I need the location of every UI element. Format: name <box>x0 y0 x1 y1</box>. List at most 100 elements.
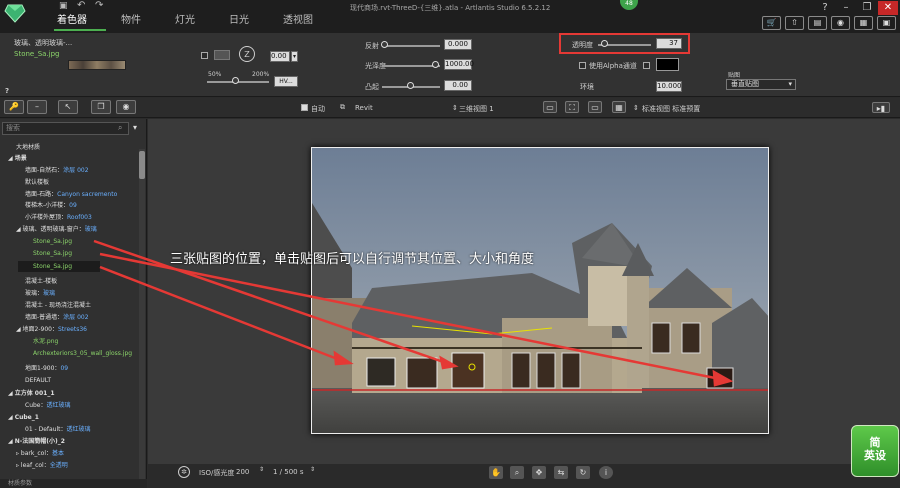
tree-item[interactable]: 混凝土 - 现场浇注混凝土 <box>0 300 140 311</box>
walk-icon[interactable]: ⇆ <box>554 466 568 479</box>
reflection-value[interactable]: 0.000 <box>444 39 472 50</box>
color-swatch[interactable] <box>656 58 679 71</box>
search-input[interactable]: 搜索 <box>2 122 129 135</box>
render-icon[interactable]: ▦ <box>854 16 873 30</box>
tree-item[interactable]: ◢ 场景 <box>0 153 140 164</box>
tree-item[interactable]: 01 - Default：透红玻璃 <box>0 424 140 435</box>
export-icon[interactable]: ⇧ <box>785 16 804 30</box>
close-button[interactable]: ✕ <box>878 1 898 15</box>
tree-item[interactable]: ◢ 立方体 001_1 <box>0 388 140 399</box>
save-icon[interactable]: ▣ <box>59 1 68 11</box>
bump-value[interactable]: 0.00 <box>444 80 472 91</box>
aperture-icon[interactable]: ✲ <box>178 466 190 478</box>
iso-stepper-icon[interactable]: ⇕ <box>259 466 264 473</box>
rotation-value[interactable]: 0.00 <box>270 51 290 62</box>
shutter-stepper-icon[interactable]: ⇕ <box>310 466 315 473</box>
refresh-icon[interactable]: ↻ <box>576 466 590 479</box>
tree-scrollbar[interactable] <box>139 149 145 479</box>
alpha-channel-checkbox[interactable] <box>579 62 586 69</box>
tab-perspective[interactable]: 透视图 <box>283 11 313 26</box>
panel-toggle-icon[interactable]: ▸▮ <box>872 102 890 113</box>
camera-icon[interactable]: ◉ <box>831 16 850 30</box>
tab-objects[interactable]: 物件 <box>121 11 141 26</box>
pan-icon[interactable]: ✋ <box>489 466 503 479</box>
visibility-button[interactable]: ◉ <box>116 100 136 114</box>
frame-icon[interactable]: ▭ <box>543 101 557 113</box>
tree-scrollbar-thumb[interactable] <box>139 151 145 179</box>
add-shader-button[interactable]: 🔑 <box>4 100 24 114</box>
gloss-slider-knob[interactable] <box>432 61 439 68</box>
reflection-slider[interactable] <box>382 45 440 47</box>
tile-checkbox[interactable] <box>201 52 208 59</box>
revit-label[interactable]: Revit <box>355 104 373 112</box>
duplicate-button[interactable]: ❐ <box>91 100 111 114</box>
auto-checkbox[interactable] <box>301 104 308 111</box>
rotation-dial-icon[interactable]: Z <box>238 45 256 63</box>
bump-slider-knob[interactable] <box>407 82 414 89</box>
tree-item[interactable]: 地面1-900：09 <box>0 363 140 374</box>
render-preview-image[interactable] <box>311 147 769 434</box>
reflection-slider-knob[interactable] <box>381 41 388 48</box>
iso-value[interactable]: 200 <box>236 468 249 476</box>
tree-item[interactable]: 默认楼板 <box>0 177 140 188</box>
tree-item[interactable]: 玻璃：玻璃 <box>0 288 140 299</box>
remove-shader-button[interactable]: – <box>27 100 47 114</box>
tree-item[interactable]: 墙面-自然石：涂层 002 <box>0 165 140 176</box>
tree-item[interactable]: 小洋楼外屋顶：Roof003 <box>0 212 140 223</box>
grid-icon[interactable]: ▦ <box>612 101 626 113</box>
chevron-down-icon[interactable]: ▾ <box>133 123 137 132</box>
help-icon[interactable]: ? <box>815 1 835 15</box>
tab-shaders[interactable]: 着色器 <box>57 11 87 26</box>
tree-item[interactable]: ◢ N-法国簡帽(小)_2 <box>0 436 140 447</box>
tree-item[interactable]: ◢ 地面2-900：Streets36 <box>0 324 140 335</box>
rotation-dropdown-icon[interactable]: ▾ <box>291 51 298 62</box>
tree-item[interactable]: ▹ leaf_col：全透明 <box>0 460 140 471</box>
tree-item-texture[interactable]: Archexteriors3_05_wall_gloss.jpg <box>0 348 140 359</box>
zoom-icon[interactable]: ⌕ <box>510 466 524 479</box>
view-selector[interactable]: 三维视图 1 <box>459 104 494 114</box>
hv-button[interactable]: HV... <box>274 76 298 87</box>
maximize-button[interactable]: ❐ <box>857 1 877 15</box>
transparency-slider-knob[interactable] <box>601 40 608 47</box>
tree-item[interactable]: ◢ Cube_1 <box>0 412 140 423</box>
info-icon[interactable]: i <box>599 466 613 479</box>
environment-value[interactable]: 10.000 <box>656 81 682 92</box>
preset-selector[interactable]: 标准视图 标准预置 <box>642 104 700 114</box>
shutter-value[interactable]: 1 / 500 s <box>273 468 304 476</box>
tree-item-texture[interactable]: 水泥.png <box>0 336 140 347</box>
undo-icon[interactable]: ↶ <box>77 0 85 11</box>
tree-item[interactable]: 墙面-普通墙：涂层 002 <box>0 312 140 323</box>
media-icon[interactable]: ▤ <box>808 16 827 30</box>
fit-icon[interactable]: ⛶ <box>565 101 579 113</box>
texture-thumbnail[interactable] <box>68 60 126 70</box>
pointer-tool-button[interactable]: ↖ <box>58 100 78 114</box>
help-question[interactable]: ? <box>5 87 9 95</box>
gloss-value[interactable]: 1000.00 <box>444 59 474 70</box>
minimize-button[interactable]: – <box>836 1 856 15</box>
redo-icon[interactable]: ↷ <box>95 0 103 11</box>
tree-item[interactable]: 混凝土-楼板 <box>0 276 140 287</box>
tab-lights[interactable]: 灯光 <box>175 11 195 26</box>
texture-name[interactable]: Stone_Sa.jpg <box>14 50 60 58</box>
tree-item[interactable]: ▹ bark_col：基本 <box>0 448 140 459</box>
color-checkbox[interactable] <box>643 62 650 69</box>
search-icon[interactable]: ⌕ <box>118 123 122 133</box>
transparency-value[interactable]: 37 <box>656 38 682 49</box>
tree-item[interactable]: 大地材质 <box>0 142 140 153</box>
expand-icon[interactable]: ▭ <box>588 101 602 113</box>
tree-item[interactable]: Cube：透红玻璃 <box>0 400 140 411</box>
move-icon[interactable]: ✥ <box>532 466 546 479</box>
tree-item[interactable]: 楼梯木-小洋楼：09 <box>0 200 140 211</box>
tree-item-texture[interactable]: Stone_Sa.jpg <box>0 248 140 259</box>
tile-button[interactable] <box>214 50 230 60</box>
tree-item[interactable]: DEFAULT <box>0 375 140 386</box>
scale-slider-knob[interactable] <box>232 77 239 84</box>
tree-item-texture[interactable]: Stone_Sa.jpg <box>0 236 140 247</box>
tree-item-texture-selected[interactable]: Stone_Sa.jpg <box>18 261 100 272</box>
tree-item[interactable]: 墙面-石路：Canyon sacremento <box>0 189 140 200</box>
tab-sun[interactable]: 日光 <box>229 11 249 26</box>
tree-item[interactable]: ◢ 玻璃、透明玻璃-窗户：玻璃 <box>0 224 140 235</box>
render-fullscreen-icon[interactable]: ▣ <box>877 16 896 30</box>
mapping-dropdown[interactable]: 垂直贴图 ▾ <box>726 79 796 90</box>
cart-icon[interactable]: 🛒 <box>762 16 781 30</box>
